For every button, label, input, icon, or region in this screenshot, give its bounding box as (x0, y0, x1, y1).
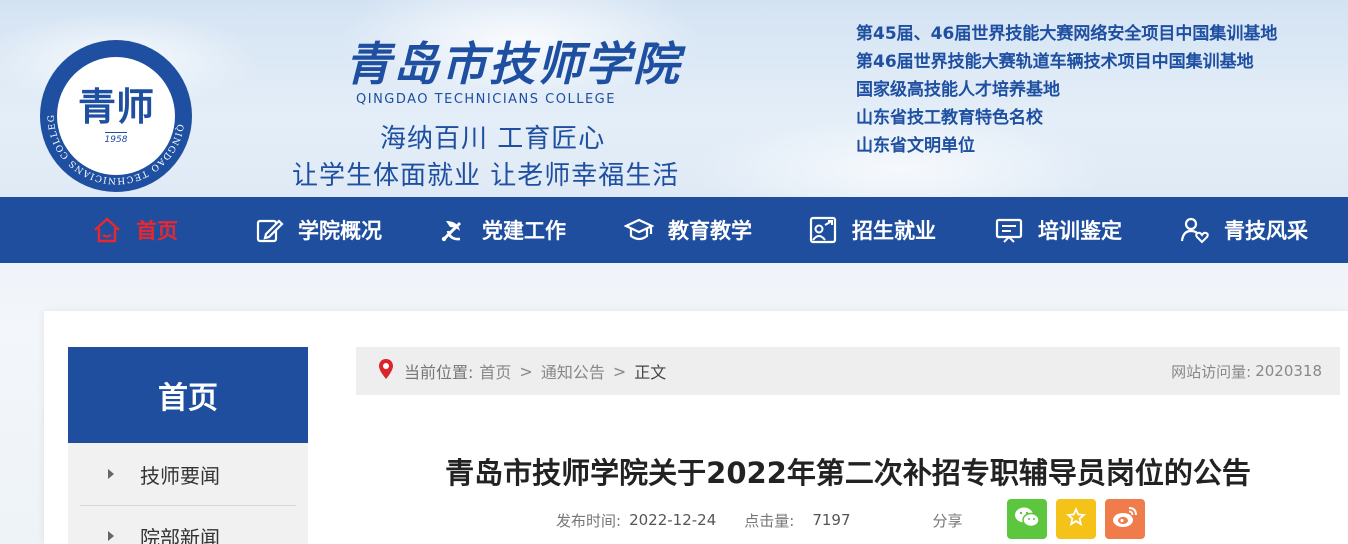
logo-ring: QINGDAO TECHNICIANS COLLEGE (40, 40, 185, 185)
publish-label: 发布时间: (556, 511, 622, 530)
breadcrumb: 当前位置: 首页 > 通知公告 > 正文 网站访问量: 2020318 (356, 347, 1340, 395)
nav-label: 教育教学 (668, 219, 752, 243)
nav-item-style[interactable]: 青技风采 (1180, 197, 1308, 263)
graduation-cap-icon (624, 215, 654, 245)
nav-label: 党建工作 (482, 219, 566, 243)
breadcrumb-separator: > (612, 361, 627, 381)
share-weibo-button[interactable] (1105, 499, 1145, 539)
sidebar-list: 技师要闻 院部新闻 (68, 443, 308, 544)
visit-counter: 网站访问量: 2020318 (1171, 347, 1322, 395)
nav-label: 青技风采 (1224, 219, 1308, 243)
location-pin-icon (378, 358, 394, 384)
college-logo[interactable]: QINGDAO TECHNICIANS COLLEGE 青师 1958 (40, 40, 192, 192)
recruit-icon (808, 215, 838, 245)
edit-icon (254, 215, 284, 245)
honor-item: 山东省技工教育特色名校 (856, 108, 1043, 128)
breadcrumb-home-link[interactable]: 首页 (479, 359, 511, 383)
users-heart-icon (1180, 215, 1210, 245)
nav-item-admissions[interactable]: 招生就业 (808, 197, 936, 263)
visits-label: 网站访问量: (1171, 362, 1252, 381)
publish-date: 2022-12-24 (629, 511, 717, 529)
nav-item-home[interactable]: 首页 (92, 197, 178, 263)
site-header: QINGDAO TECHNICIANS COLLEGE 青师 1958 青岛市技… (0, 0, 1348, 197)
nav-item-education[interactable]: 教育教学 (624, 197, 752, 263)
honors-list: 第45届、46届世界技能大赛网络安全项目中国集训基地 第46届世界技能大赛轨道车… (856, 20, 1277, 160)
nav-item-training[interactable]: 培训鉴定 (994, 197, 1122, 263)
motto-line-2: 让学生体面就业 让老师幸福生活 (292, 161, 680, 191)
nav-label: 培训鉴定 (1038, 219, 1122, 243)
triangle-right-icon (108, 469, 114, 479)
weibo-icon (1111, 505, 1139, 533)
honor-item: 山东省文明单位 (856, 136, 975, 156)
sidebar-title: 首页 (68, 347, 308, 443)
party-emblem-icon (438, 215, 468, 245)
sidebar-item-label: 院部新闻 (140, 525, 220, 544)
nav-item-party[interactable]: 党建工作 (438, 197, 566, 263)
main-nav: 首页 学院概况 党建工作 教育教学 招生就业 培训鉴定 青技风采 (0, 197, 1348, 263)
college-name-cn: 青岛市技师学院 (345, 37, 681, 91)
nav-item-about[interactable]: 学院概况 (254, 197, 382, 263)
presentation-board-icon (994, 215, 1024, 245)
nav-label: 学院概况 (298, 219, 382, 243)
article-title: 青岛市技师学院关于2022年第二次补招专职辅导员岗位的公告 (445, 456, 1251, 490)
breadcrumb-separator: > (519, 361, 533, 381)
wechat-icon (1013, 505, 1041, 533)
svg-text:QINGDAO TECHNICIANS COLLEGE: QINGDAO TECHNICIANS COLLEGE (40, 40, 185, 185)
visits-value: 2020318 (1255, 362, 1322, 380)
honor-item: 国家级高技能人才培养基地 (856, 80, 1060, 100)
clicks-label: 点击量: (744, 511, 795, 530)
star-icon (1064, 505, 1088, 533)
honor-item: 第46届世界技能大赛轨道车辆技术项目中国集训基地 (856, 52, 1254, 72)
sidebar-item-label: 技师要闻 (140, 463, 220, 488)
share-label: 分享 (932, 511, 963, 530)
breadcrumb-current: 正文 (634, 363, 667, 382)
share-favorite-button[interactable] (1056, 499, 1096, 539)
breadcrumb-notices-link[interactable]: 通知公告 (541, 359, 605, 383)
nav-label: 首页 (136, 219, 178, 243)
triangle-right-icon (108, 531, 114, 541)
clicks-value: 7197 (812, 511, 851, 529)
motto-line-1: 海纳百川 工育匠心 (380, 124, 606, 154)
article-meta: 发布时间: 2022-12-24 点击量: 7197 分享 (556, 505, 963, 535)
college-name-en: QINGDAO TECHNICIANS COLLEGE (356, 92, 616, 107)
breadcrumb-prefix: 当前位置: (404, 363, 474, 382)
sidebar-item-college-news[interactable]: 技师要闻 (68, 443, 308, 505)
home-icon (92, 215, 122, 245)
nav-label: 招生就业 (852, 219, 936, 243)
share-wechat-button[interactable] (1007, 499, 1047, 539)
sidebar-item-department-news[interactable]: 院部新闻 (68, 505, 308, 544)
honor-item: 第45届、46届世界技能大赛网络安全项目中国集训基地 (856, 24, 1278, 44)
